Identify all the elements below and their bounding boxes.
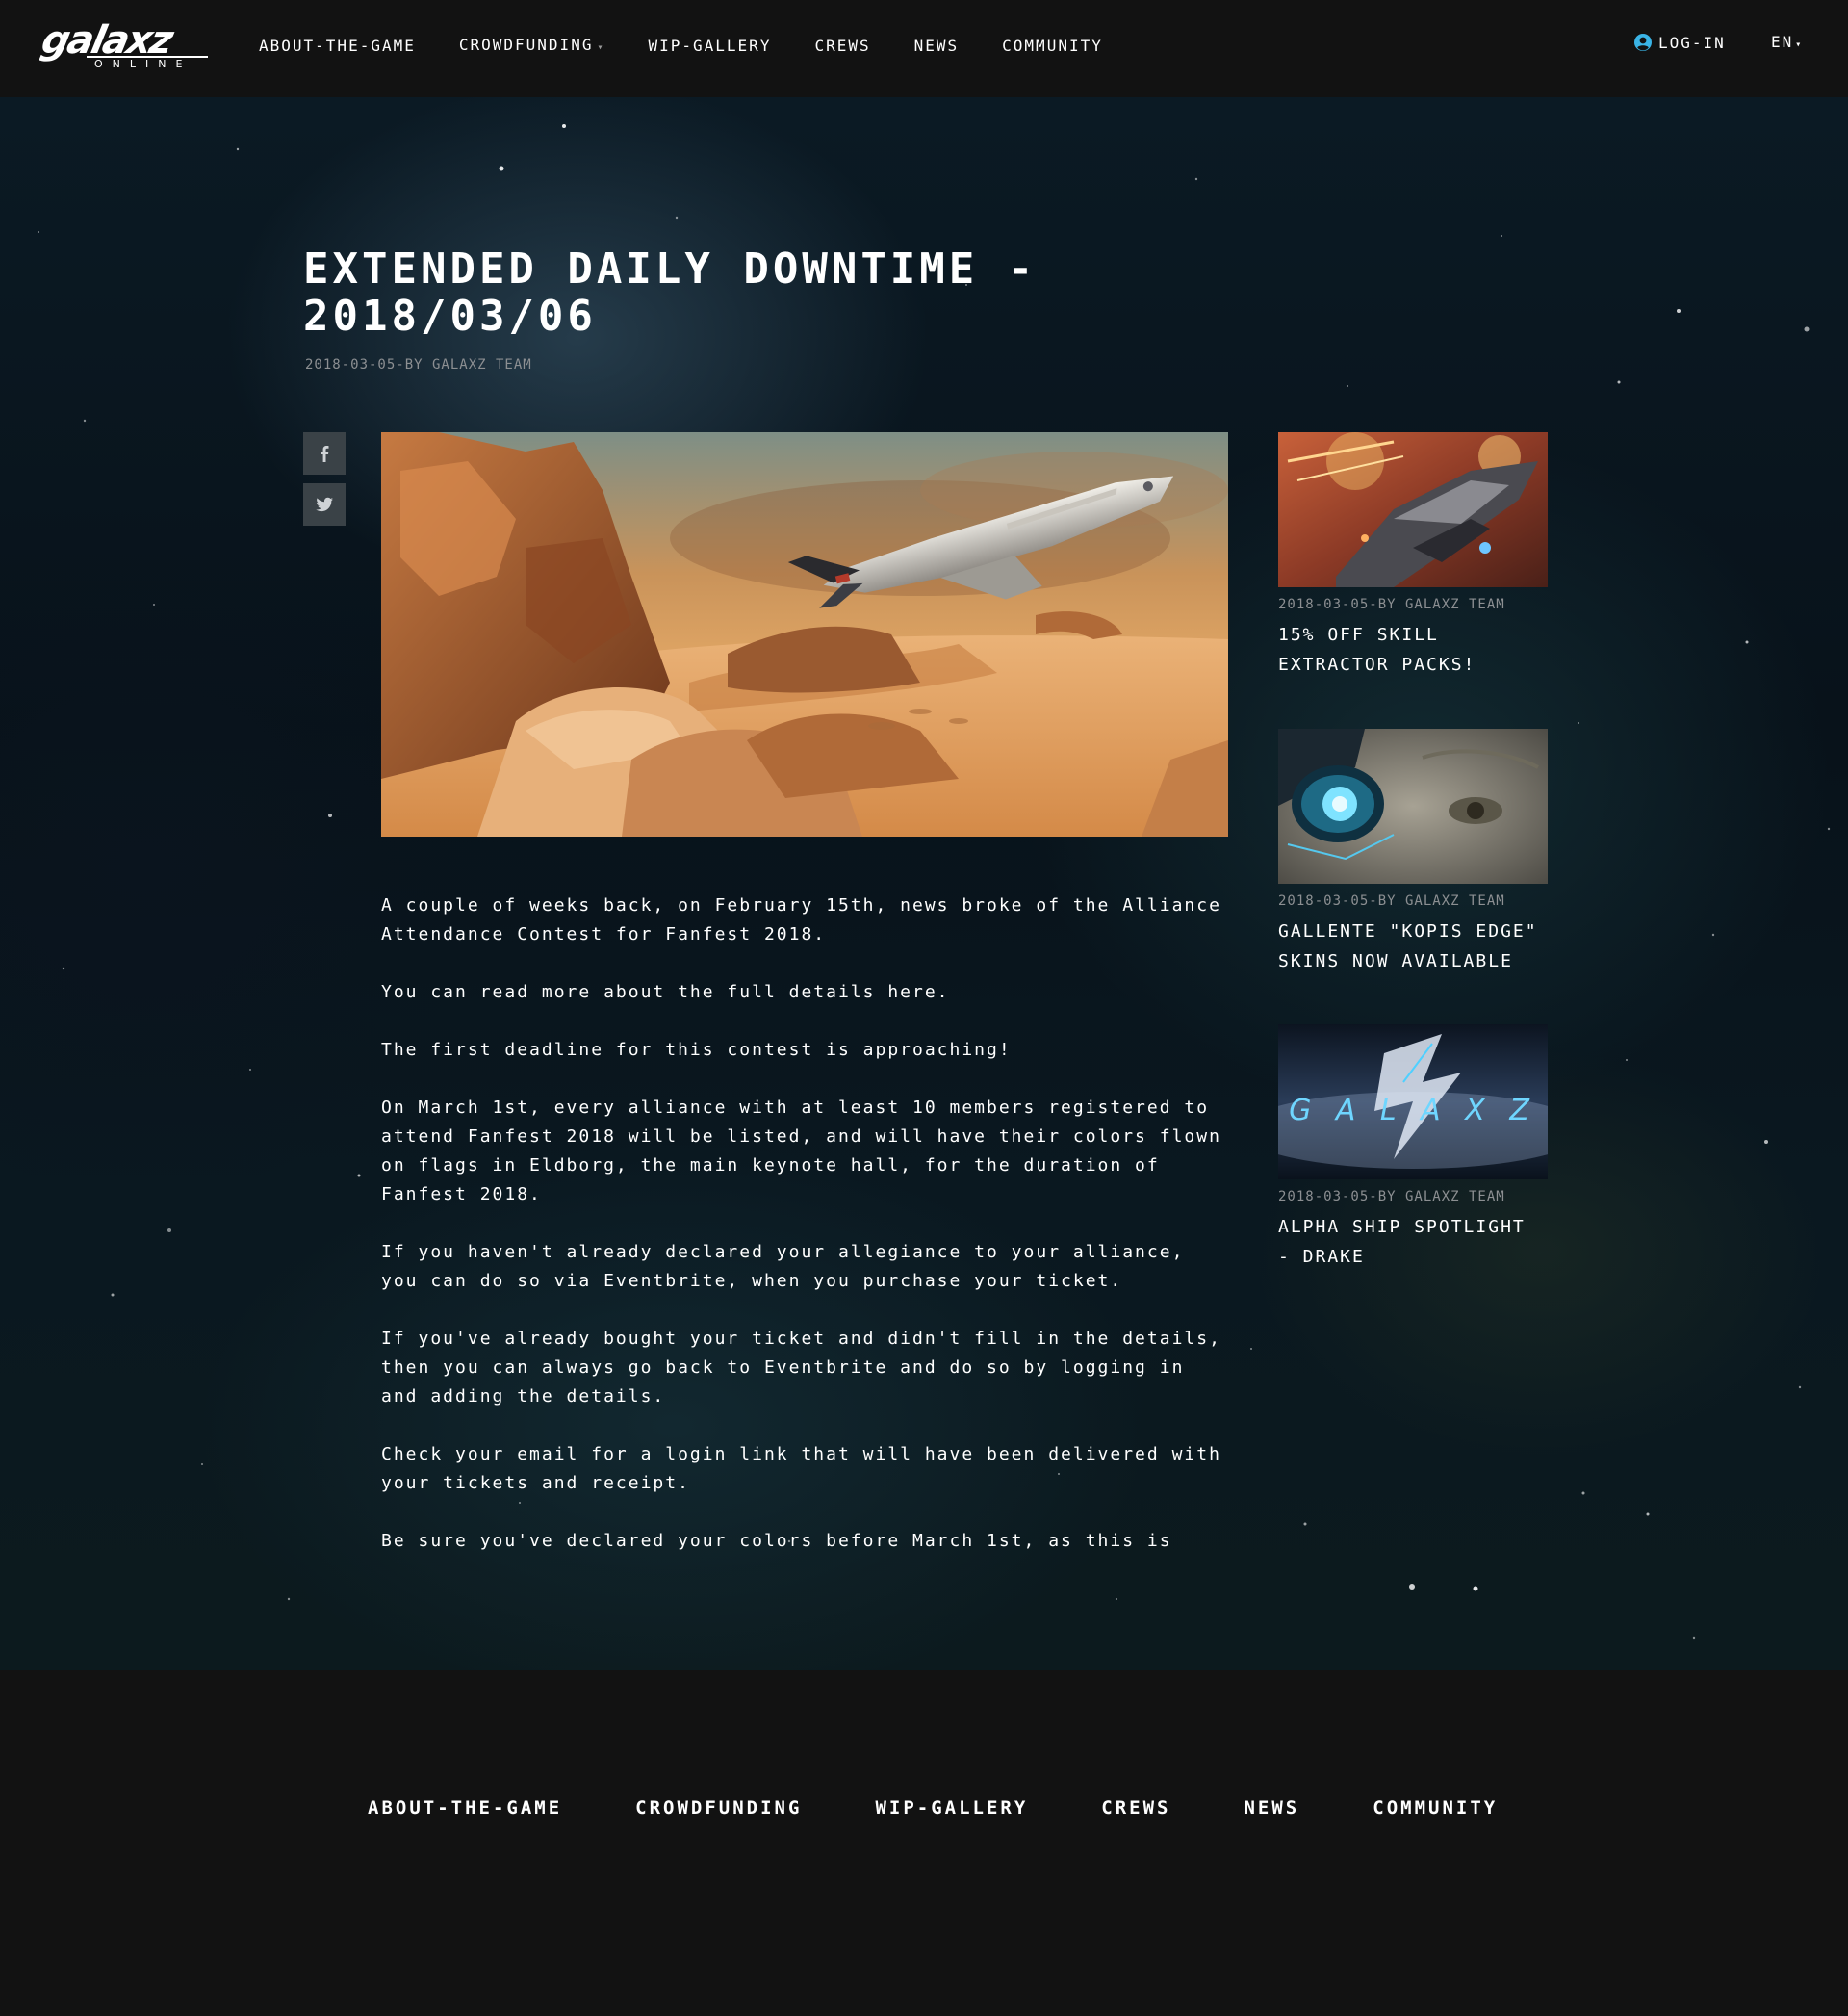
footer-link-about-the-game[interactable]: ABOUT-THE-GAME [368, 1797, 562, 1819]
chevron-down-icon: ▾ [1795, 39, 1804, 50]
nav-item-about-the-game[interactable]: ABOUT-THE-GAME [259, 0, 416, 92]
nav-item-crews[interactable]: CREWS [814, 0, 870, 92]
related-article-card[interactable]: 2018-03-05-BY GALAXZ TEAM GALLENTE "KOPI… [1278, 729, 1548, 976]
footer-link-news[interactable]: NEWS [1244, 1797, 1299, 1819]
nav-item-news[interactable]: NEWS [914, 0, 960, 92]
card-meta: 2018-03-05-BY GALAXZ TEAM [1278, 893, 1505, 909]
article-paragraph: You can read more about the full details… [381, 982, 950, 1002]
article-paragraph: If you haven't already declared your all… [381, 1242, 1185, 1291]
login-button[interactable]: LOG-IN [1633, 33, 1726, 52]
card-title: GALLENTE "KOPIS EDGE" SKINS NOW AVAILABL… [1278, 921, 1538, 971]
footer-nav: ABOUT-THE-GAME CROWDFUNDING WIP-GALLERY … [368, 1797, 1571, 1819]
article-hero-image [381, 432, 1228, 837]
nav-item-community[interactable]: COMMUNITY [1002, 0, 1103, 92]
logo-subtitle: ONLINE [87, 56, 208, 71]
main-nav: ABOUT-THE-GAME CROWDFUNDING ▾ WIP-GALLERY… [259, 0, 1146, 92]
related-article-card[interactable]: 2018-03-05-BY GALAXZ TEAM 15% OFF SKILL … [1278, 432, 1548, 680]
card-meta: 2018-03-05-BY GALAXZ TEAM [1278, 597, 1505, 612]
footer-link-wip-gallery[interactable]: WIP-GALLERY [875, 1797, 1028, 1819]
language-selector[interactable]: EN ▾ [1771, 33, 1803, 51]
article-meta: 2018-03-05-BY GALAXZ TEAM [305, 357, 532, 373]
footer-link-crews[interactable]: CREWS [1101, 1797, 1170, 1819]
footer: ABOUT-THE-GAME CROWDFUNDING WIP-GALLERY … [0, 1670, 1848, 2016]
top-header: galaxz ONLINE ABOUT-THE-GAME CROWDFUNDIN… [0, 0, 1848, 97]
cyborg-face-thumbnail [1278, 729, 1548, 884]
nav-item-label: CROWDFUNDING [458, 35, 594, 54]
article-body: A couple of weeks back, on February 15th… [381, 892, 1228, 1585]
card-title: ALPHA SHIP SPOTLIGHT - DRAKE [1278, 1217, 1526, 1267]
related-article-card[interactable]: G A L A X Z 2018-03-05-BY GALAXZ TEAM AL… [1278, 1024, 1548, 1272]
article-paragraph: The first deadline for this contest is a… [381, 1040, 1012, 1060]
facebook-icon [321, 446, 329, 462]
footer-link-community[interactable]: COMMUNITY [1373, 1797, 1498, 1819]
twitter-share-button[interactable] [303, 483, 346, 526]
article-paragraph: Be sure you've declared your colors befo… [381, 1531, 1172, 1551]
footer-link-crowdfunding[interactable]: CROWDFUNDING [635, 1797, 802, 1819]
article-paragraph: If you've already bought your ticket and… [381, 1329, 1221, 1407]
logo-wordmark: galaxz [38, 18, 176, 63]
space-battle-thumbnail [1278, 432, 1548, 587]
desert-ship-illustration [381, 432, 1228, 837]
user-icon [1634, 34, 1652, 51]
login-label: LOG-IN [1658, 33, 1726, 52]
article-paragraph: A couple of weeks back, on February 15th… [381, 895, 1221, 944]
card-title: 15% OFF SKILL EXTRACTOR PACKS! [1278, 625, 1476, 675]
nav-item-wip-gallery[interactable]: WIP-GALLERY [648, 0, 771, 92]
twitter-icon [316, 497, 333, 512]
chevron-down-icon: ▾ [597, 41, 605, 53]
article-title: EXTENDED DAILY DOWNTIME - 2018/03/06 [303, 245, 1038, 341]
site-logo[interactable]: galaxz ONLINE [38, 18, 208, 73]
article-paragraph: Check your email for a login link that w… [381, 1444, 1221, 1493]
card-meta: 2018-03-05-BY GALAXZ TEAM [1278, 1189, 1505, 1204]
language-label: EN [1771, 33, 1794, 51]
thumbnail-wordmark: G A L A X Z [1289, 1094, 1537, 1127]
galaxz-logo-thumbnail: G A L A X Z [1278, 1024, 1548, 1179]
article-paragraph: On March 1st, every alliance with at lea… [381, 1098, 1221, 1204]
facebook-share-button[interactable] [303, 432, 346, 475]
nav-item-crowdfunding[interactable]: CROWDFUNDING ▾ [459, 0, 605, 94]
